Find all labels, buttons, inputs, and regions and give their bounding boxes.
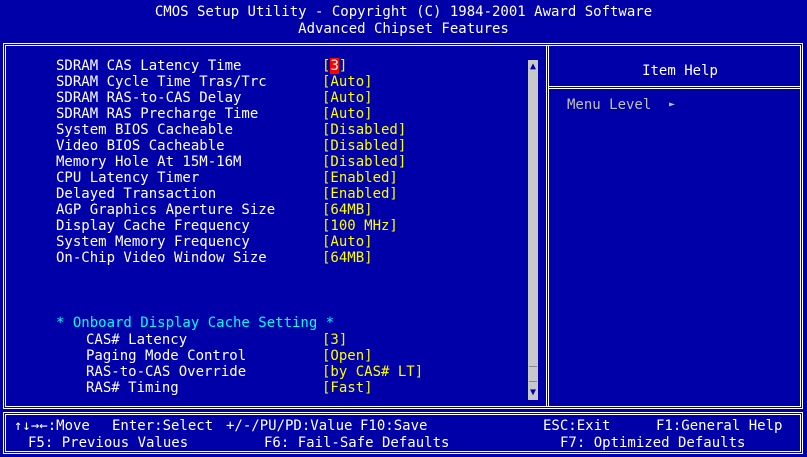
setting-value[interactable]: [3] bbox=[322, 58, 347, 74]
setting-value[interactable]: [Disabled] bbox=[322, 154, 406, 170]
setting-label: Display Cache Frequency bbox=[56, 218, 250, 234]
panel-divider bbox=[546, 46, 549, 406]
setting-value[interactable]: [Auto] bbox=[322, 74, 373, 90]
setting-value[interactable]: [Enabled] bbox=[322, 170, 398, 186]
setting-label: RAS-to-CAS Override bbox=[86, 364, 247, 380]
setting-value[interactable]: [Enabled] bbox=[322, 186, 398, 202]
setting-label: Memory Hole At 15M-16M bbox=[56, 154, 242, 170]
setting-label: RAS# Timing bbox=[86, 380, 179, 396]
scrollbar[interactable]: ▲ ▼ bbox=[528, 60, 538, 400]
hint-general-help: F1:General Help bbox=[656, 418, 783, 434]
item-help-title: Item Help bbox=[642, 63, 718, 79]
setting-label: Paging Mode Control bbox=[86, 348, 247, 364]
help-divider bbox=[548, 86, 800, 89]
setting-label: SDRAM Cycle Time Tras/Trc bbox=[56, 74, 267, 90]
setting-label: Delayed Transaction bbox=[56, 186, 217, 202]
hint-exit: ESC:Exit bbox=[543, 418, 611, 434]
setting-value[interactable]: [Open] bbox=[322, 348, 373, 364]
setting-label: On-Chip Video Window Size bbox=[56, 250, 267, 266]
setting-label: CPU Latency Timer bbox=[56, 170, 200, 186]
menu-level-label: Menu Level bbox=[567, 97, 652, 113]
setting-value[interactable]: [Disabled] bbox=[322, 122, 406, 138]
hint-save: F10:Save bbox=[360, 418, 428, 434]
setting-value[interactable]: [Fast] bbox=[322, 380, 373, 396]
setting-label: SDRAM RAS Precharge Time bbox=[56, 106, 259, 122]
hint-value: +/-/PU/PD:Value bbox=[226, 418, 353, 434]
hint-optimized-defaults: F7: Optimized Defaults bbox=[560, 435, 746, 451]
setting-label: System Memory Frequency bbox=[56, 234, 250, 250]
hint-fail-safe-defaults: F6: Fail-Safe Defaults bbox=[264, 435, 450, 451]
setting-value[interactable]: [64MB] bbox=[322, 202, 373, 218]
page-title: Advanced Chipset Features bbox=[298, 21, 509, 37]
setting-label: System BIOS Cacheable bbox=[56, 122, 234, 138]
setting-label: CAS# Latency bbox=[86, 332, 188, 348]
setting-label: SDRAM RAS-to-CAS Delay bbox=[56, 90, 242, 106]
hint-previous-values: F5: Previous Values bbox=[28, 435, 189, 451]
app-title: CMOS Setup Utility - Copyright (C) 1984-… bbox=[154, 4, 653, 20]
scroll-up-arrow-icon[interactable]: ▲ bbox=[528, 60, 538, 74]
section-title: * Onboard Display Cache Setting * bbox=[56, 315, 335, 331]
hint-move: ↑↓→←:Move bbox=[14, 418, 90, 434]
scroll-down-arrow-icon[interactable]: ▼ bbox=[528, 386, 538, 400]
setting-value[interactable]: [by CAS# LT] bbox=[322, 364, 423, 380]
setting-value[interactable]: [Auto] bbox=[322, 106, 373, 122]
setting-value[interactable]: [Auto] bbox=[322, 90, 373, 106]
setting-label: AGP Graphics Aperture Size bbox=[56, 202, 276, 218]
menu-level-arrow-icon: ► bbox=[669, 99, 676, 110]
selected-value-highlight[interactable]: 3 bbox=[330, 58, 339, 74]
hint-enter-select: Enter:Select bbox=[112, 418, 214, 434]
window-title-area: CMOS Setup Utility - Copyright (C) 1984-… bbox=[0, 0, 807, 40]
setting-value[interactable]: [64MB] bbox=[322, 250, 373, 266]
setting-value[interactable]: [Disabled] bbox=[322, 138, 406, 154]
setting-value[interactable]: [Auto] bbox=[322, 234, 373, 250]
setting-value[interactable]: [3] bbox=[322, 332, 347, 348]
scrollbar-thumb[interactable] bbox=[529, 366, 537, 382]
setting-label: SDRAM CAS Latency Time bbox=[56, 58, 242, 74]
setting-label: Video BIOS Cacheable bbox=[56, 138, 225, 154]
setting-value[interactable]: [100 MHz] bbox=[322, 218, 398, 234]
